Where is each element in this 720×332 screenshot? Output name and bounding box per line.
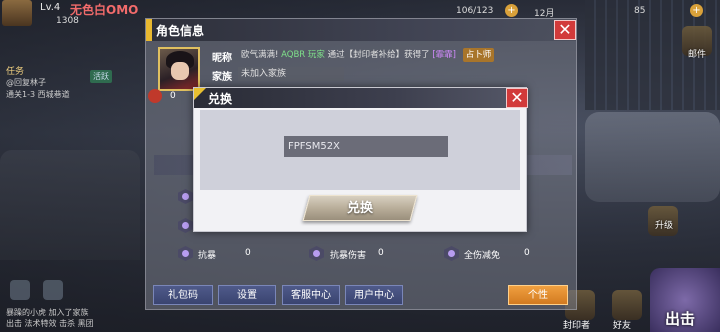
quest-line: 通关1-3 西城巷道	[6, 90, 70, 99]
fight-label: 出击	[665, 310, 696, 328]
dialog-header: 兑换	[194, 88, 526, 108]
chat-icon[interactable]	[10, 280, 30, 300]
ticker-tag: 占卜师	[462, 48, 495, 62]
background-sofa-left	[0, 150, 140, 260]
background-sofa-right	[585, 112, 720, 202]
nickname-label: 昵称	[212, 53, 232, 64]
ticker-prefix: 欧气满满!	[241, 50, 279, 60]
stat-value: 0	[245, 248, 251, 258]
friend-icon[interactable]	[612, 290, 642, 320]
damage-reduction-icon	[444, 246, 459, 261]
user-center-button[interactable]: 用户中心	[345, 285, 403, 305]
player-power: 1308	[56, 16, 79, 26]
stat-name: 全伤减免	[464, 251, 501, 261]
add-gems-icon[interactable]: +	[690, 4, 703, 17]
confirm-exchange-button[interactable]: 兑换	[302, 195, 418, 221]
player-level: Lv.4	[40, 2, 61, 13]
player-avatar[interactable]	[2, 0, 32, 26]
settings-button[interactable]: 设置	[218, 285, 276, 305]
chat-feed[interactable]: 暴躁的小虎 加入了家族 出击 法术特效 击杀 黑团	[6, 307, 94, 329]
stat-value: 0	[378, 248, 384, 258]
dialog-panel	[200, 110, 520, 190]
personal-button[interactable]: 个性	[508, 285, 568, 305]
avatar-face	[171, 62, 189, 80]
bottom-left-icons	[10, 280, 71, 304]
seal-label: 封印者	[563, 321, 591, 331]
chat-line: 暴躁的小虎 加入了家族	[6, 308, 89, 317]
service-center-button[interactable]: 客服中心	[282, 285, 340, 305]
stamina-counter: 106/123	[456, 6, 494, 16]
friend-label: 好友	[613, 321, 632, 331]
family-value: 未加入家族	[238, 67, 344, 81]
stat-icon-core	[182, 193, 189, 200]
chat-line: 出击 法术特效 击杀 黑团	[6, 319, 94, 328]
rank-icon	[148, 89, 162, 103]
gift-code-button[interactable]: 礼包码	[153, 285, 213, 305]
anti-crit-damage-icon	[309, 246, 324, 261]
quest-line: @回复林子	[6, 78, 46, 87]
ticker-item: [霏霏]	[432, 50, 456, 60]
sign-label: 升级	[655, 221, 674, 231]
stat-name: 抗暴	[198, 251, 217, 261]
info-title: 角色信息	[156, 24, 205, 38]
family-label: 家族	[212, 72, 232, 83]
stat-icon-core	[313, 250, 320, 257]
stat-icon-core	[448, 250, 455, 257]
quest-title: 任务	[6, 67, 25, 77]
ticker-highlight: AQBR 玩家	[281, 50, 325, 60]
quest-panel[interactable]: 任务 @回复林子 通关1-3 西城巷道	[0, 64, 90, 101]
friends-icon[interactable]	[43, 280, 64, 300]
redeem-code-input[interactable]	[284, 136, 448, 157]
dialog-header-accent	[194, 88, 206, 100]
stat-name: 抗暴伤害	[330, 251, 367, 261]
character-avatar[interactable]	[158, 47, 200, 91]
close-dialog-button[interactable]: ✕	[506, 88, 528, 108]
stat-icon-core	[182, 250, 189, 257]
close-info-button[interactable]: ✕	[554, 20, 576, 40]
info-header: 角色信息	[146, 19, 576, 41]
ticker-middle: 通过【封印者补给】获得了	[327, 50, 430, 60]
quest-badge: 活跃	[90, 70, 112, 83]
anti-crit-icon	[178, 246, 193, 261]
stat-icon-core	[182, 222, 189, 229]
mail-label: 邮件	[688, 50, 707, 60]
stat-value: 0	[524, 248, 530, 258]
exchange-dialog: 兑换 ✕ 兑换	[193, 87, 528, 232]
gem-counter: 85	[634, 6, 646, 16]
dialog-title: 兑换	[208, 92, 233, 106]
confirm-exchange-label: 兑换	[346, 201, 373, 216]
add-stamina-icon[interactable]: +	[505, 4, 518, 17]
rank-value: 0	[170, 91, 176, 101]
broadcast-ticker: 欧气满满! AQBR 玩家 通过【封印者补给】获得了 [霏霏] 占卜师	[238, 48, 536, 62]
attack-icon	[178, 218, 193, 233]
crit-icon	[178, 189, 193, 204]
info-header-accent	[146, 19, 152, 41]
player-name: 无色白OMO	[70, 3, 139, 17]
